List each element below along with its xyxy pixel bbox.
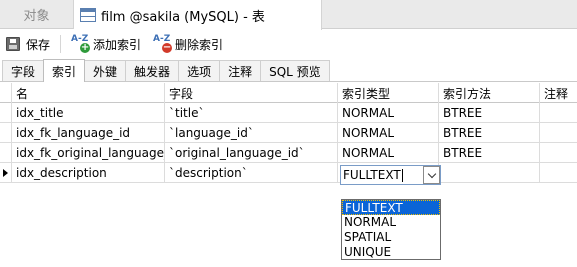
index-field-cell[interactable]: `original_language_id`: [165, 143, 338, 163]
index-grid: 名 字段 索引类型 索引方法 注释 idx_title `title` NORM…: [0, 83, 577, 183]
designer-tabs: 字段 索引 外键 触发器 选项 注释 SQL 预览: [0, 59, 577, 82]
index-name-cell[interactable]: idx_fk_language_id: [12, 123, 165, 143]
grid-header: 名 字段 索引类型 索引方法 注释: [0, 83, 577, 103]
dropdown-option-spatial[interactable]: SPATIAL: [342, 230, 440, 245]
current-row-marker: [0, 163, 12, 183]
text-caret: [401, 169, 403, 182]
save-label: 保存: [26, 37, 51, 52]
delete-index-icon: A-Z −: [153, 34, 173, 53]
index-name-cell[interactable]: idx_description: [12, 163, 165, 183]
header-marker-cell: [0, 83, 12, 103]
index-name-cell[interactable]: idx_fk_original_language_id: [12, 143, 165, 163]
header-index-method[interactable]: 索引方法: [439, 83, 540, 103]
row-marker-cell: [0, 143, 12, 163]
table-icon: [80, 8, 96, 22]
tab-options[interactable]: 选项: [178, 60, 221, 81]
index-type-cell[interactable]: NORMAL: [338, 143, 439, 163]
index-comment-cell[interactable]: [540, 103, 577, 123]
delete-index-button[interactable]: A-Z − 删除索引: [147, 32, 229, 56]
chevron-down-icon: [427, 169, 436, 178]
header-index-type[interactable]: 索引类型: [338, 83, 439, 103]
tab-triggers[interactable]: 触发器: [125, 60, 180, 81]
row-pointer-icon: [3, 169, 8, 177]
index-type-cell[interactable]: NORMAL: [338, 123, 439, 143]
index-method-cell[interactable]: BTREE: [439, 143, 540, 163]
index-method-cell[interactable]: BTREE: [439, 103, 540, 123]
toolbar: 保存 A-Z + 添加索引 A-Z − 删除索引: [0, 30, 577, 58]
table-row[interactable]: idx_fk_original_language_id `original_la…: [0, 143, 577, 163]
index-name-cell[interactable]: idx_title: [12, 103, 165, 123]
index-field-cell[interactable]: `language_id`: [165, 123, 338, 143]
save-icon: [6, 37, 20, 51]
index-comment-cell[interactable]: [540, 143, 577, 163]
tab-fields[interactable]: 字段: [2, 60, 45, 81]
index-field-cell[interactable]: `title`: [165, 103, 338, 123]
index-type-dropdown-button[interactable]: [423, 166, 440, 184]
header-comment[interactable]: 注释: [540, 83, 577, 103]
document-tab-strip: 对象 film @sakila (MySQL) - 表: [0, 0, 577, 30]
add-index-icon: A-Z +: [71, 34, 91, 53]
index-type-dropdown-list: FULLTEXT NORMAL SPATIAL UNIQUE: [341, 199, 441, 260]
tab-film-table-label: film @sakila (MySQL) - 表: [101, 9, 265, 25]
header-field[interactable]: 字段: [165, 83, 338, 103]
dropdown-option-fulltext[interactable]: FULLTEXT: [342, 200, 440, 215]
dropdown-option-normal[interactable]: NORMAL: [342, 215, 440, 230]
index-method-cell[interactable]: BTREE: [439, 123, 540, 143]
table-row[interactable]: idx_title `title` NORMAL BTREE: [0, 103, 577, 123]
tab-foreign-keys[interactable]: 外键: [84, 60, 127, 81]
index-field-cell[interactable]: `description`: [165, 163, 338, 183]
save-button[interactable]: 保存: [0, 32, 56, 56]
tab-film-table[interactable]: film @sakila (MySQL) - 表: [74, 0, 322, 30]
table-row-current[interactable]: idx_description `description`: [0, 163, 577, 183]
row-marker-cell: [0, 123, 12, 143]
index-comment-cell[interactable]: [540, 163, 577, 183]
toolbar-separator: [60, 35, 62, 53]
add-index-button[interactable]: A-Z + 添加索引: [65, 32, 147, 56]
index-comment-cell[interactable]: [540, 123, 577, 143]
tab-objects[interactable]: 对象: [0, 0, 74, 29]
row-marker-cell: [0, 103, 12, 123]
tab-comment[interactable]: 注释: [219, 60, 262, 81]
dropdown-option-unique[interactable]: UNIQUE: [342, 245, 440, 260]
index-type-cell[interactable]: NORMAL: [338, 103, 439, 123]
tab-indexes[interactable]: 索引: [43, 59, 86, 82]
add-index-label: 添加索引: [93, 37, 142, 52]
table-row[interactable]: idx_fk_language_id `language_id` NORMAL …: [0, 123, 577, 143]
delete-index-label: 删除索引: [175, 37, 224, 52]
header-name[interactable]: 名: [12, 83, 165, 103]
index-method-cell[interactable]: [439, 163, 540, 183]
tab-sql-preview[interactable]: SQL 预览: [260, 60, 330, 81]
